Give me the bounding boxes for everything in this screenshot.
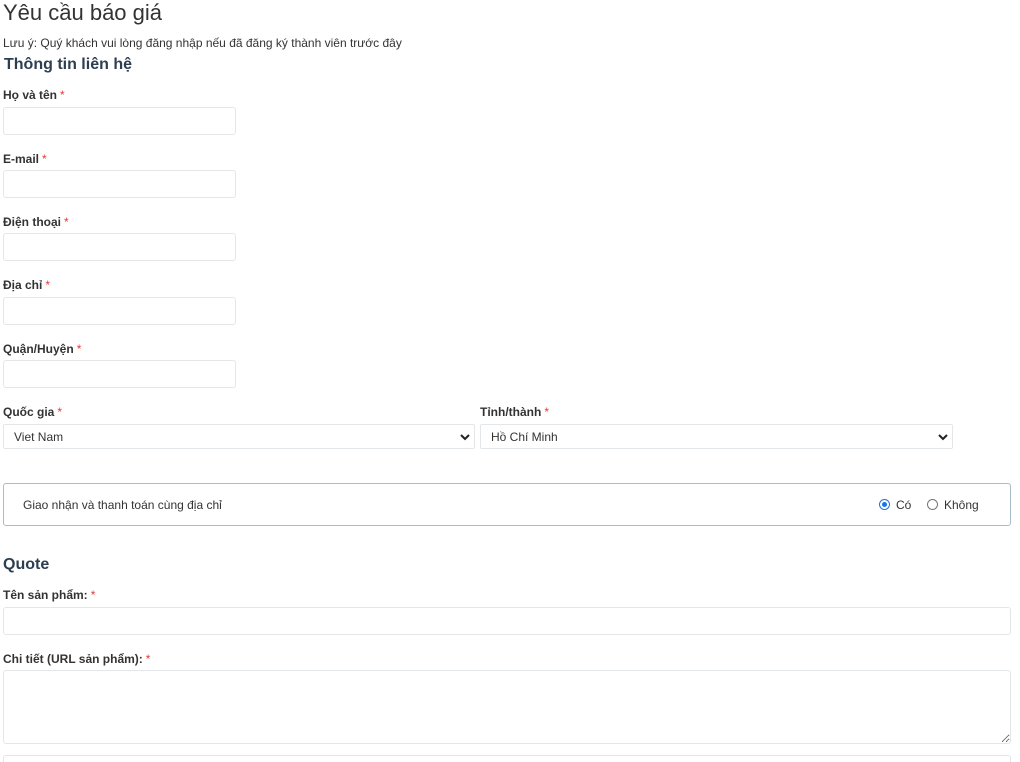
required-mark: * — [544, 405, 549, 419]
page-title: Yêu cầu báo giá — [3, 0, 163, 25]
country-label-text: Quốc gia — [3, 405, 55, 419]
same-address-text: Giao nhận và thanh toán cùng địa chỉ — [23, 498, 222, 512]
phone-label-text: Điện thoại — [3, 215, 62, 229]
district-label: Quận/Huyện * — [3, 342, 81, 356]
product-name-label: Tên sản phẩm: * — [3, 588, 95, 602]
same-address-no-label[interactable]: Không — [944, 498, 979, 512]
required-mark: * — [145, 652, 151, 666]
product-name-label-text: Tên sản phẩm: — [3, 588, 88, 602]
chevron-down-icon — [938, 434, 948, 441]
address-label: Địa chỉ * — [3, 278, 50, 292]
country-select-value: Viet Nam — [14, 430, 64, 444]
next-field-input[interactable] — [3, 755, 1011, 762]
country-label: Quốc gia * — [3, 405, 62, 419]
required-mark: * — [45, 278, 51, 292]
same-address-yes-label[interactable]: Có — [896, 498, 911, 512]
required-mark: * — [64, 215, 69, 229]
email-input[interactable] — [3, 170, 236, 198]
district-input[interactable] — [3, 360, 236, 388]
login-note: Lưu ý: Quý khách vui lòng đăng nhập nếu … — [3, 36, 402, 50]
contact-section-heading: Thông tin liên hệ — [4, 56, 132, 73]
product-name-input[interactable] — [3, 607, 1011, 635]
full-name-label-text: Họ và tên — [3, 88, 58, 102]
required-mark: * — [60, 88, 65, 102]
quote-section-heading: Quote — [3, 556, 50, 573]
product-detail-label-text: Chi tiết (URL sản phẩm): — [3, 652, 143, 666]
phone-input[interactable] — [3, 233, 236, 261]
email-label-text: E-mail — [3, 152, 40, 166]
province-label: Tỉnh/thành * — [480, 405, 549, 419]
required-mark: * — [42, 152, 47, 166]
required-mark: * — [90, 588, 96, 602]
country-select[interactable]: Viet Nam — [3, 424, 475, 449]
same-address-yes-radio[interactable] — [879, 499, 890, 510]
product-detail-label: Chi tiết (URL sản phẩm): * — [3, 652, 150, 666]
required-mark: * — [57, 405, 63, 419]
address-input[interactable] — [3, 297, 236, 325]
same-address-no-radio[interactable] — [927, 499, 938, 510]
province-select[interactable]: Hồ Chí Minh — [480, 424, 953, 449]
province-select-value: Hồ Chí Minh — [491, 430, 558, 444]
full-name-label: Họ và tên * — [3, 88, 65, 102]
required-mark: * — [76, 342, 82, 356]
address-label-text: Địa chỉ — [3, 278, 43, 292]
chevron-down-icon — [460, 434, 470, 441]
email-label: E-mail * — [3, 152, 47, 166]
full-name-input[interactable] — [3, 107, 236, 135]
same-address-panel: Giao nhận và thanh toán cùng địa chỉ Có … — [3, 483, 1011, 526]
district-label-text: Quận/Huyện — [3, 342, 74, 356]
province-label-text: Tỉnh/thành — [480, 405, 542, 419]
phone-label: Điện thoại * — [3, 215, 69, 229]
product-detail-textarea[interactable] — [3, 670, 1011, 744]
